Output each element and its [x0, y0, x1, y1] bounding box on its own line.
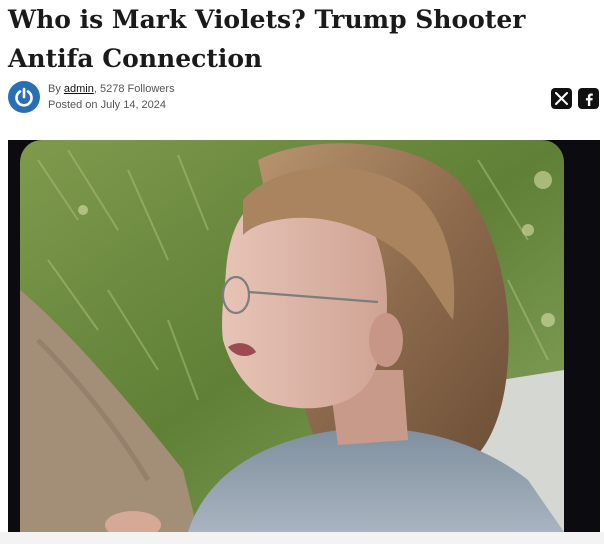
- bottom-bar: [0, 532, 604, 544]
- posted-date: Posted on July 14, 2024: [48, 99, 167, 111]
- share-buttons: [551, 88, 599, 109]
- byline: By admin, 5278 Followers: [48, 81, 175, 97]
- follower-count: , 5278 Followers: [93, 83, 175, 95]
- power-logo-icon: [15, 87, 33, 107]
- suspect-photo-illustration: [8, 140, 600, 532]
- author-avatar[interactable]: [8, 81, 40, 113]
- share-x-button[interactable]: [551, 88, 572, 109]
- by-prefix: By: [48, 83, 61, 95]
- facebook-icon: [585, 93, 593, 106]
- author-link[interactable]: admin: [64, 83, 94, 95]
- article-photo: [8, 140, 600, 532]
- article-title: Who is Mark Violets? Trump Shooter Antif…: [8, 5, 526, 73]
- article-meta: By admin, 5278 Followers Posted on July …: [8, 80, 175, 114]
- x-icon: [555, 92, 568, 105]
- share-facebook-button[interactable]: [578, 88, 599, 109]
